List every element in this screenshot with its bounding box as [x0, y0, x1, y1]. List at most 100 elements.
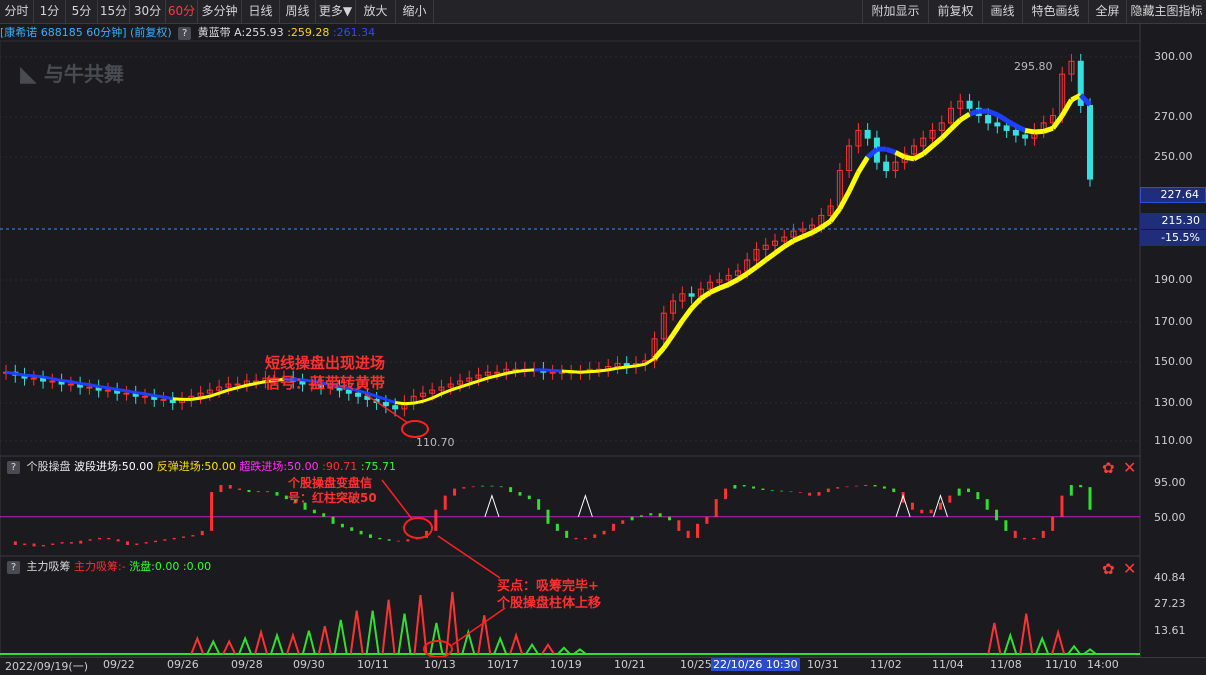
sub1-name[interactable]: 个股操盘	[27, 460, 71, 473]
price-tick: 300.00	[1154, 50, 1193, 63]
band-segment	[689, 296, 703, 310]
band-segment	[552, 368, 562, 373]
sub1-settings-icon[interactable]: ✿	[1102, 459, 1115, 477]
help-icon[interactable]: ?	[7, 461, 20, 474]
band-segment	[968, 108, 980, 117]
band-segment	[1014, 123, 1027, 133]
band-segment	[626, 364, 637, 369]
band-segment	[154, 394, 164, 399]
band-segment	[70, 380, 81, 385]
band-segment	[413, 399, 424, 405]
band-segment	[1005, 118, 1018, 129]
band-segment	[561, 369, 572, 374]
band-segment	[764, 251, 777, 263]
candle-body	[1003, 125, 1010, 131]
band-segment	[5, 370, 16, 376]
candle-body	[1087, 104, 1093, 180]
sub2-green-spike	[301, 630, 316, 655]
candle-body	[86, 386, 93, 389]
time-tick: 09/28	[231, 658, 263, 671]
time-tick: 22/10/26 10:30	[711, 658, 800, 671]
current-price-box: 227.64	[1140, 187, 1206, 203]
help-icon[interactable]: ?	[7, 561, 20, 574]
sub2-settings-icon[interactable]: ✿	[1102, 560, 1115, 578]
price-tick: 110.00	[1154, 434, 1193, 447]
band-segment	[440, 388, 452, 396]
candle-body	[864, 129, 871, 139]
band-segment	[24, 373, 34, 378]
band-segment	[949, 118, 963, 131]
band-segment	[543, 368, 553, 372]
annotation-turn-signal: 个股操盘变盘信 号：红柱突破50	[288, 476, 377, 505]
band-segment	[116, 388, 127, 393]
band-segment	[699, 290, 712, 301]
sub1-tick: 95.00	[1154, 476, 1186, 489]
band-segment	[200, 394, 211, 400]
sub2-green-spike	[397, 613, 412, 655]
sub2-green-spike	[1035, 635, 1050, 655]
sub2-red-spike	[349, 610, 364, 655]
candle-body	[994, 122, 1001, 127]
sub2-l3: :0.00	[182, 560, 212, 573]
price-tick: 250.00	[1154, 150, 1193, 163]
sub2-green-spike	[1067, 644, 1081, 655]
sub2-green-spike	[206, 639, 221, 655]
band-segment	[227, 386, 239, 392]
time-tick: 14:00	[1087, 658, 1119, 671]
candle-body	[688, 293, 695, 297]
band-segment	[745, 264, 758, 276]
band-segment	[644, 357, 656, 366]
band-segment	[98, 384, 109, 390]
candle-body	[160, 398, 167, 401]
candle-body	[966, 100, 973, 109]
band-segment	[394, 401, 405, 406]
crosshair-pct-box: -15.5%	[1140, 230, 1206, 246]
band-segment	[246, 381, 257, 387]
sub2-red-spike	[381, 599, 396, 655]
band-segment	[680, 306, 694, 323]
sub1-v1: :90.71	[322, 460, 358, 473]
sub2-red-spike	[1051, 628, 1066, 655]
annotation-pointer	[451, 607, 506, 646]
sub2-red-spike	[190, 635, 205, 655]
band-segment	[635, 362, 646, 368]
sub2-red-spike	[254, 628, 269, 655]
annotation-entry-signal: 短线操盘出现进场 信号：蓝带转黄带	[265, 354, 386, 392]
band-segment	[144, 392, 155, 398]
band-segment	[1034, 128, 1044, 135]
time-tick: 10/17	[487, 658, 519, 671]
band-segment	[237, 383, 248, 390]
sub1-close-icon[interactable]: ✕	[1123, 458, 1136, 477]
time-tick: 11/10	[1045, 658, 1077, 671]
candle-body	[355, 392, 362, 397]
candle-body	[49, 380, 56, 383]
sub2-close-icon[interactable]: ✕	[1123, 559, 1136, 578]
band-segment	[89, 383, 99, 388]
band-segment	[652, 346, 666, 361]
sub1-l3: 超跌进场:50.00	[239, 460, 319, 473]
sub1-triangle	[484, 494, 500, 517]
time-tick: 10/13	[424, 658, 456, 671]
band-segment	[15, 372, 25, 377]
band-segment	[819, 219, 832, 230]
band-segment	[617, 365, 627, 370]
band-segment	[107, 386, 118, 391]
annotation-pointer	[381, 479, 413, 520]
band-segment	[987, 108, 999, 117]
sub2-name[interactable]: 主力吸筹	[27, 560, 71, 573]
band-segment	[670, 319, 685, 337]
sub2-red-spike	[317, 625, 332, 655]
candle-body	[494, 371, 501, 374]
band-segment	[126, 389, 137, 395]
candle-body	[1022, 134, 1029, 139]
band-segment	[801, 230, 814, 239]
band-segment	[571, 370, 581, 374]
time-tick: 10/31	[807, 658, 839, 671]
band-segment	[52, 377, 62, 382]
band-segment	[422, 396, 433, 403]
band-segment	[61, 378, 72, 384]
band-segment	[163, 395, 174, 401]
candle-body	[234, 383, 241, 386]
band-segment	[598, 368, 609, 373]
band-segment	[904, 154, 915, 162]
